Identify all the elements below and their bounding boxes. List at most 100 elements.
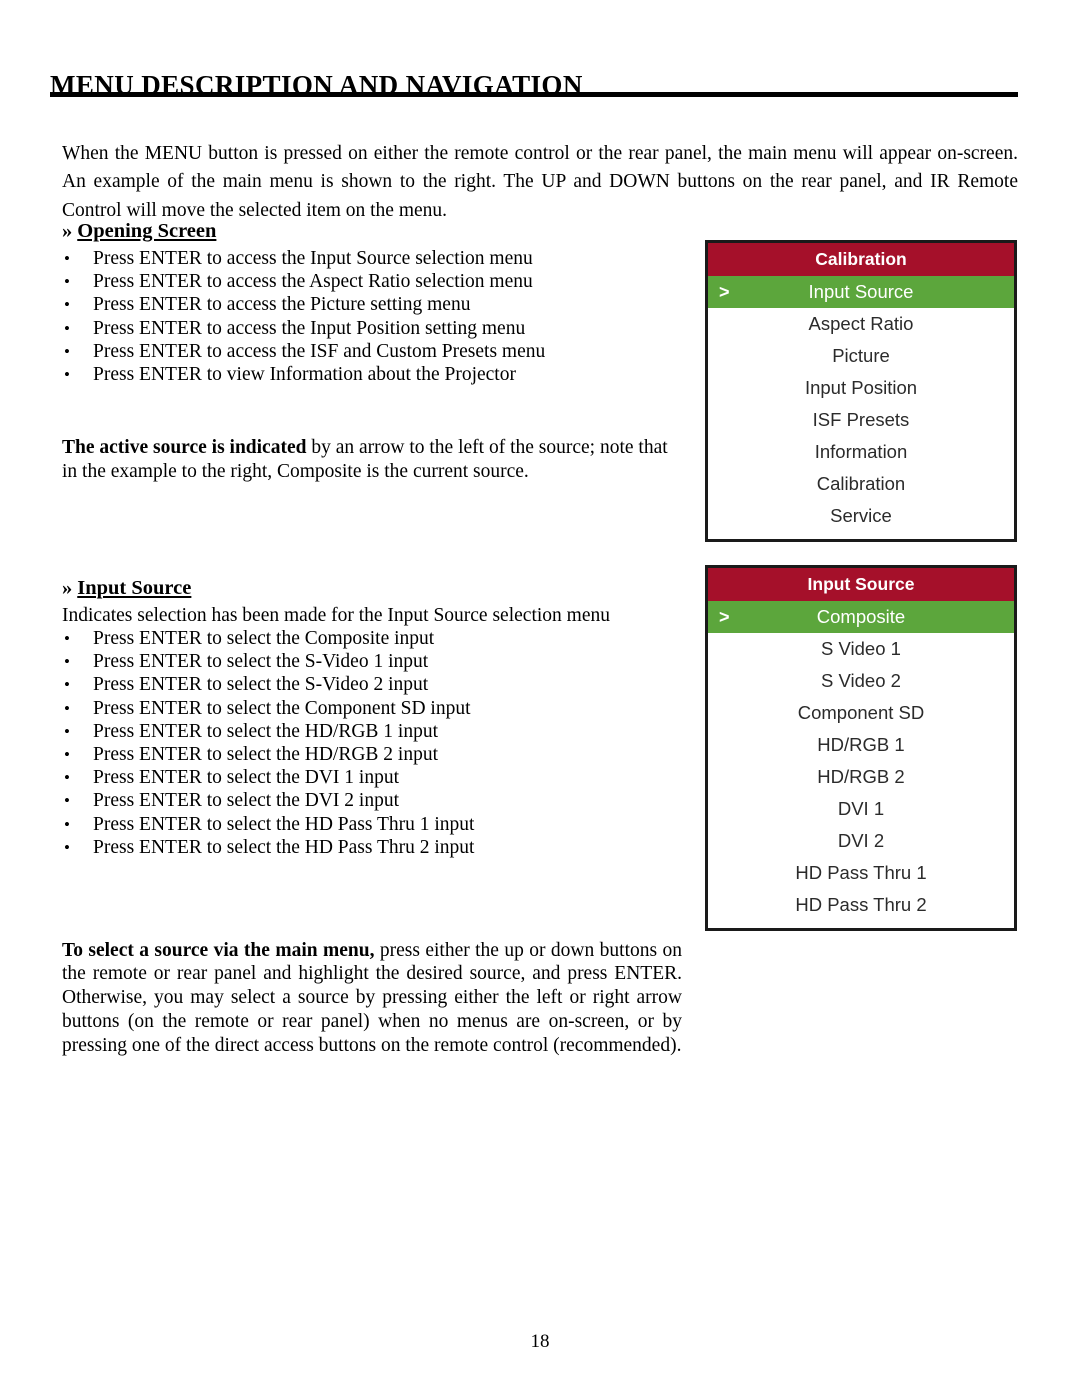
list-item: • Press ENTER to select the DVI 1 input [62,766,682,789]
list-item: • Press ENTER to select the Composite inp… [62,627,682,650]
opening-screen-bullet-list: • Press ENTER to access the Input Source … [62,247,682,386]
list-item: • Press ENTER to select the HD/RGB 2 inpu… [62,743,682,766]
list-item-text: Press ENTER to select the HD/RGB 1 input [93,720,439,742]
osd-menu-item-label: Input Position [804,377,918,398]
list-item: • Press ENTER to access the ISF and Custo… [62,340,682,363]
select-source-paragraph-bold: To select a source via the main menu, [62,939,375,961]
list-item-text: Press ENTER to select the HD/RGB 2 input [93,744,439,766]
guillemet-icon: » [62,220,73,242]
osd-input-item-composite[interactable]: > Composite [708,601,1014,633]
bullet-icon: • [64,791,70,811]
list-item: • Press ENTER to select the HD/RGB 1 inpu… [62,720,682,743]
list-item-text: Press ENTER to select the DVI 2 input [93,790,399,812]
osd-menu-item-label: Service [830,505,892,526]
list-item: • Press ENTER to access the Aspect Ratio … [62,270,682,293]
guillemet-icon: » [62,576,73,599]
osd-menu-item-label: Input Source [808,281,914,302]
bullet-icon: • [64,318,70,338]
list-item: • Press ENTER to select the S-Video 1 inp… [62,650,682,673]
list-item: • Press ENTER to select the HD Pass Thru … [62,813,682,836]
list-item-text: Press ENTER to view Information about th… [93,364,516,386]
osd-input-item-label: HD Pass Thru 2 [795,894,927,915]
section-heading-opening-screen: » Opening Screen [62,218,682,245]
list-item: • Press ENTER to select the S-Video 2 inp… [62,673,682,696]
osd-menu-item-label: Picture [832,345,890,366]
osd-input-item-label: S Video 1 [821,638,901,659]
section-heading-label: Opening Screen [77,220,217,242]
list-item: • Press ENTER to access the Picture setti… [62,293,682,316]
left-column: » Opening Screen • Press ENTER to access t… [62,218,682,1077]
osd-input-item-label: DVI 2 [837,830,885,851]
osd-input-item-hd-pass-thru-2[interactable]: HD Pass Thru 2 [708,889,1014,921]
list-item: • Press ENTER to select the Component SD … [62,697,682,720]
selection-arrow-icon: > [719,607,730,627]
list-item-text: Press ENTER to select the DVI 1 input [93,767,399,789]
list-item: • Press ENTER to access the Input Positio… [62,317,682,340]
manual-page: MENU DESCRIPTION AND NAVIGATION When the… [0,0,1080,1397]
osd-menu-item-calibration[interactable]: Calibration [708,468,1014,500]
bullet-icon: • [64,768,70,788]
osd-menu-item-picture[interactable]: Picture [708,340,1014,372]
osd-menu-item-input-position[interactable]: Input Position [708,372,1014,404]
osd-input-item-label: HD/RGB 1 [817,734,905,755]
list-item-text: Press ENTER to select the Composite inpu… [93,628,435,650]
list-item-text: Press ENTER to access the Input Position… [93,317,526,339]
osd-input-item-hd-pass-thru-1[interactable]: HD Pass Thru 1 [708,857,1014,889]
osd-input-item-dvi-1[interactable]: DVI 1 [708,793,1014,825]
list-item: • Press ENTER to select the HD Pass Thru … [62,836,682,859]
bullet-icon: • [64,295,70,315]
bullet-icon: • [64,698,70,718]
bullet-icon: • [64,721,70,741]
list-item-text: Press ENTER to access the Input Source s… [93,248,533,269]
osd-input-item-label: S Video 2 [821,670,901,691]
osd-menu-item-label: Information [814,441,908,462]
osd-input-item-label: HD/RGB 2 [817,766,905,787]
osd-input-item-hd-rgb-1[interactable]: HD/RGB 1 [708,729,1014,761]
bullet-icon: • [64,365,70,385]
osd-menu-item-label: ISF Presets [812,409,910,430]
osd-input-item-label: Component SD [797,702,925,723]
osd-input-menu-title: Input Source [708,568,1014,601]
list-item-text: Press ENTER to select the S-Video 1 inpu… [93,651,429,673]
osd-menu-item-label: Calibration [816,473,906,494]
osd-menu-item-information[interactable]: Information [708,436,1014,468]
osd-input-source-menu[interactable]: Input Source > Composite S Video 1 S Vid… [705,565,1017,931]
bullet-icon: • [64,341,70,361]
osd-main-menu-title: Calibration [708,243,1014,276]
active-source-note: The active source is indicated by an arr… [62,436,682,484]
osd-input-item-hd-rgb-2[interactable]: HD/RGB 2 [708,761,1014,793]
osd-main-menu[interactable]: Calibration > Input Source Aspect Ratio … [705,240,1017,542]
bullet-icon: • [64,652,70,672]
osd-menu-item-aspect-ratio[interactable]: Aspect Ratio [708,308,1014,340]
osd-input-item-dvi-2[interactable]: DVI 2 [708,825,1014,857]
list-item: • Press ENTER to view Information about t… [62,363,682,386]
osd-menu-item-input-source[interactable]: > Input Source [708,276,1014,308]
list-item-text: Press ENTER to select the S-Video 2 inpu… [93,674,429,696]
osd-menu-item-label: Aspect Ratio [808,313,914,334]
page-number: 18 [530,1331,550,1352]
bullet-icon: • [64,675,70,695]
intro-paragraph: When the MENU button is pressed on eithe… [62,142,1018,221]
select-source-paragraph: To select a source via the main menu, pr… [62,939,682,1058]
selection-arrow-icon: > [719,282,730,302]
osd-input-item-label: Composite [816,606,906,627]
bullet-icon: • [64,272,70,292]
bullet-icon: • [64,837,70,857]
list-item: • Press ENTER to access the Input Source … [62,247,682,270]
osd-menu-item-isf-presets[interactable]: ISF Presets [708,404,1014,436]
title-divider [50,92,1018,97]
list-item-text: Press ENTER to select the HD Pass Thru 2… [93,836,475,858]
osd-menu-item-service[interactable]: Service [708,500,1014,532]
osd-input-item-component-sd[interactable]: Component SD [708,697,1014,729]
bullet-icon: • [64,629,70,649]
osd-input-item-s-video-1[interactable]: S Video 1 [708,633,1014,665]
list-item-text: Press ENTER to select the HD Pass Thru 1… [93,813,475,835]
list-item-text: Press ENTER to access the Aspect Ratio s… [93,271,533,293]
osd-input-item-s-video-2[interactable]: S Video 2 [708,665,1014,697]
input-source-bullet-list: • Press ENTER to select the Composite inp… [62,627,682,859]
osd-input-item-label: DVI 1 [837,798,885,819]
list-item-text: Press ENTER to access the Picture settin… [93,294,471,316]
